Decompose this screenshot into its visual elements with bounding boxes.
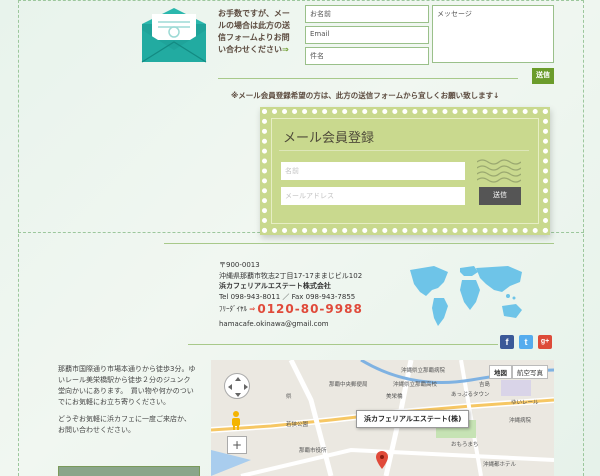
envelope-icon xyxy=(141,8,207,63)
contact-note-line: ルの場合は此方の送 xyxy=(218,21,290,30)
contact-note-line: い合わせください xyxy=(218,45,282,54)
contact-note: お手数ですが、メー ルの場合は此方の送 信フォームよりお問 い合わせください⇒ xyxy=(218,8,300,56)
access-paragraph: 那覇市国際通り市場本通りから徒歩3分。ゆいレール美栄橋駅から徒歩２分のジュンク堂… xyxy=(58,365,196,406)
arrow-icon: ⇒ xyxy=(249,305,256,313)
member-note: ※メール会員登録希望の方は、此方の送信フォームから宜しくお願い致します↓ xyxy=(231,91,500,100)
google-map[interactable]: 沖縄県立那覇病院 ゆいレール 美栄橋 沖縄県立那覇高校 吉島 あっぷるタウン 那… xyxy=(211,360,554,476)
street-view-pegman-icon[interactable] xyxy=(229,410,243,430)
postmark-waves-icon xyxy=(477,159,521,183)
member-email-input[interactable]: メールアドレス xyxy=(281,187,465,205)
map-label: 沖縄都ホテル xyxy=(483,462,517,468)
map-label: 那覇中央郵便局 xyxy=(329,382,368,388)
google-plus-icon[interactable]: g+ xyxy=(538,335,552,349)
map-type-map-button[interactable]: 地図 xyxy=(489,365,512,379)
zoom-in-button[interactable]: + xyxy=(227,436,247,454)
arrow-icon: ⇒ xyxy=(282,45,289,54)
info-divider xyxy=(164,243,554,244)
member-send-button[interactable]: 送信 xyxy=(479,187,521,205)
map-label: 美栄橋 xyxy=(386,394,403,400)
facebook-icon[interactable]: f xyxy=(500,335,514,349)
member-registration-card: メール会員登録 名前 メールアドレス 送信 xyxy=(262,109,548,233)
map-label: 沖縄県立那覇高校 xyxy=(393,382,438,388)
pan-arrows-icon xyxy=(228,377,248,397)
map-type-toggle: 地図 航空写真 xyxy=(489,365,548,379)
map-label: 沖縄病院 xyxy=(509,418,532,424)
map-label: 若狭公園 xyxy=(286,422,309,428)
access-description: 那覇市国際通り市場本通りから徒歩3分。ゆいレール美栄橋駅から徒歩２分のジュンク堂… xyxy=(58,364,196,436)
map-info-callout: 浜カフェリアルエステート(株) xyxy=(356,410,470,428)
company-address: 沖縄県那覇市牧志2丁目17-17ままじビル102 xyxy=(219,271,363,280)
pan-control[interactable] xyxy=(224,373,250,399)
name-field[interactable]: お名前 xyxy=(305,5,429,23)
freedial-label: ﾌﾘｰﾀﾞｲﾔﾙ xyxy=(219,305,247,313)
freedial-number: 0120-80-9988 xyxy=(257,302,363,316)
twitter-icon[interactable]: t xyxy=(519,335,533,349)
company-info: 〒900-0013 沖縄県那覇市牧志2丁目17-17ままじビル102 浜カフェリ… xyxy=(219,260,362,302)
map-pin-icon[interactable] xyxy=(376,451,388,469)
map-type-satellite-button[interactable]: 航空写真 xyxy=(512,365,548,379)
map-label: ゆいレール xyxy=(511,400,539,406)
freedial: ﾌﾘｰﾀﾞｲﾔﾙ ⇒ 0120-80-9988 xyxy=(219,302,363,316)
company-name: 浜カフェリアルエステート株式会社 xyxy=(219,282,331,290)
member-form-title: メール会員登録 xyxy=(283,131,375,146)
form-divider xyxy=(218,78,518,79)
map-label: おもろまち xyxy=(451,442,479,448)
company-email[interactable]: hamacafe.okinawa@gmail.com xyxy=(219,320,329,328)
stamp-divider xyxy=(279,150,529,151)
map-label: あっぷるタウン xyxy=(451,392,490,398)
access-paragraph: どうぞお気軽に浜カフェに一度ご来店か、お問い合わせください。 xyxy=(58,415,191,434)
store-photo-thumbnail xyxy=(58,466,200,476)
contact-note-line: お手数ですが、メー xyxy=(218,9,290,18)
email-field[interactable]: Email xyxy=(305,26,429,44)
social-divider xyxy=(188,344,498,345)
message-field[interactable]: メッセージ xyxy=(432,5,554,63)
postal-code: 〒900-0013 xyxy=(219,261,260,269)
subject-field[interactable]: 件名 xyxy=(305,47,429,65)
map-label: 県 xyxy=(286,394,292,400)
tel-fax: Tel 098-943-8011 ／ Fax 098-943-7855 xyxy=(219,292,356,301)
top-dashed-rule xyxy=(18,0,584,1)
map-label: 吉島 xyxy=(479,382,491,388)
contact-note-line: 信フォームよりお問 xyxy=(218,33,290,42)
member-name-input[interactable]: 名前 xyxy=(281,162,465,180)
map-label: 那覇市役所 xyxy=(299,448,327,454)
world-map-icon xyxy=(410,266,522,326)
map-label: 沖縄県立那覇病院 xyxy=(401,368,446,374)
contact-send-button[interactable]: 送信 xyxy=(532,68,554,84)
